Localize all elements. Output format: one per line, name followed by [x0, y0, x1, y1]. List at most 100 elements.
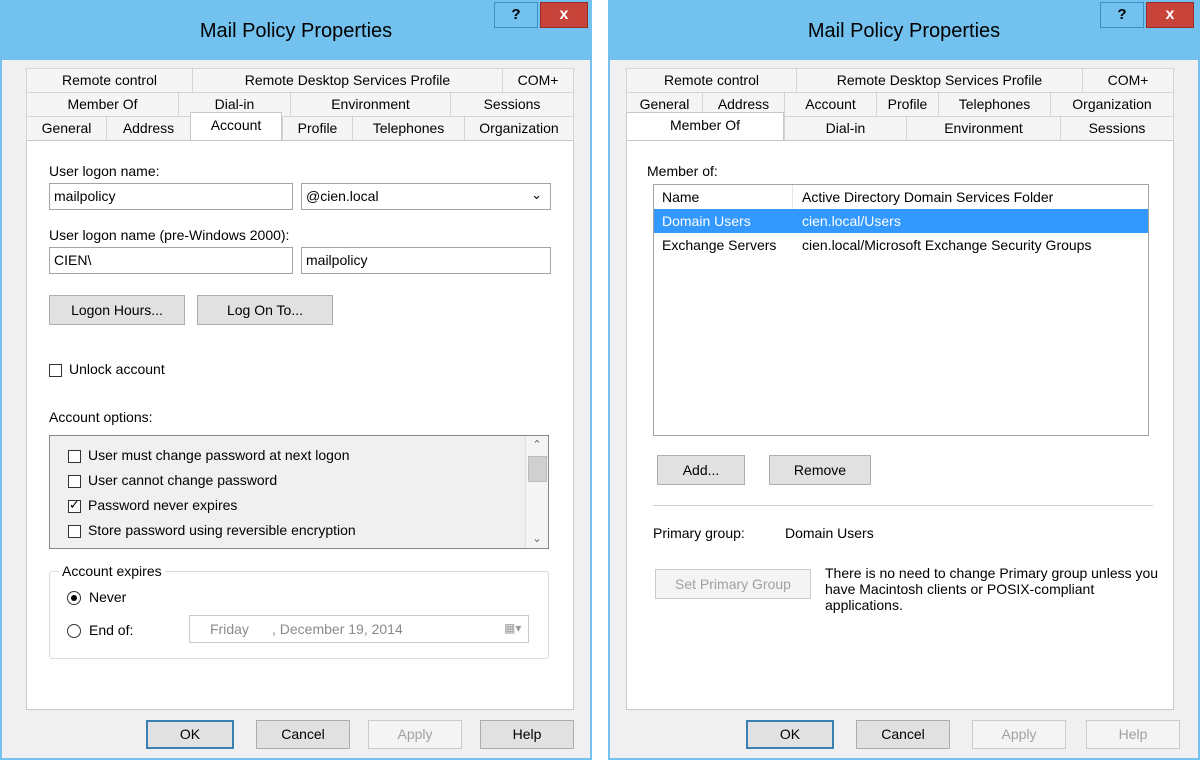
end-of-radio[interactable]: [67, 624, 81, 638]
option-checkbox[interactable]: [68, 475, 81, 488]
pre2000-name-input[interactable]: mailpolicy: [301, 247, 551, 274]
option-checkbox-checked[interactable]: ✓: [68, 497, 81, 513]
date-value: , December 19, 2014: [272, 621, 403, 637]
end-of-date-picker[interactable]: Friday , December 19, 2014 ▦▾: [189, 615, 529, 643]
column-header-name[interactable]: Name: [662, 189, 699, 205]
primary-group-value: Domain Users: [785, 525, 874, 541]
check-mark-icon: ✓: [69, 497, 80, 512]
tab-account[interactable]: Account: [190, 112, 282, 140]
cancel-button[interactable]: Cancel: [856, 720, 950, 749]
row-name: Exchange Servers: [662, 237, 777, 253]
member-of-tab-panel: Member of: Name Active Directory Domain …: [626, 140, 1174, 710]
member-of-label: Member of:: [647, 163, 718, 179]
tab-profile[interactable]: Profile: [282, 116, 352, 140]
primary-group-note: There is no need to change Primary group…: [825, 565, 1159, 613]
properties-dialog-member-of: Mail Policy Properties ? x Remote contro…: [608, 0, 1200, 760]
logon-name-input[interactable]: mailpolicy: [49, 183, 293, 210]
tab-row-3: General Address Account Profile Telephon…: [26, 112, 574, 140]
tab-remote-desktop-services-profile[interactable]: Remote Desktop Services Profile: [796, 68, 1082, 92]
tab-general[interactable]: General: [26, 116, 106, 140]
list-row-selected[interactable]: Domain Users cien.local/Users: [654, 209, 1148, 233]
tab-row-3: Member Of Dial-in Environment Sessions: [626, 112, 1174, 140]
tab-account[interactable]: Account: [784, 92, 876, 116]
close-icon[interactable]: x: [1146, 2, 1194, 28]
separator: [653, 505, 1153, 506]
date-day: Friday: [210, 621, 249, 637]
ok-button[interactable]: OK: [146, 720, 234, 749]
option-label: Password never expires: [88, 497, 238, 513]
tab-organization[interactable]: Organization: [1050, 92, 1174, 116]
option-label: User must change password at next logon: [88, 447, 350, 463]
option-checkbox[interactable]: [68, 525, 81, 538]
list-row[interactable]: Exchange Servers cien.local/Microsoft Ex…: [654, 233, 1148, 257]
row-name: Domain Users: [662, 213, 751, 229]
tab-address[interactable]: Address: [106, 116, 190, 140]
tab-row-1: Remote control Remote Desktop Services P…: [626, 68, 1174, 92]
set-primary-group-button[interactable]: Set Primary Group: [655, 569, 811, 599]
title-bar[interactable]: Mail Policy Properties ? x: [2, 2, 590, 60]
remove-button[interactable]: Remove: [769, 455, 871, 485]
logon-name-label: User logon name:: [49, 163, 160, 179]
account-options-label: Account options:: [49, 409, 153, 425]
domain-suffix-value: @cien.local: [306, 188, 379, 204]
pre2000-label: User logon name (pre-Windows 2000):: [49, 227, 290, 243]
tab-row-2: Member Of Dial-in Environment Sessions: [26, 92, 574, 116]
calendar-icon[interactable]: ▦▾: [504, 621, 522, 635]
unlock-account-label: Unlock account: [69, 361, 165, 377]
tab-dial-in[interactable]: Dial-in: [784, 116, 906, 140]
never-label: Never: [89, 589, 127, 605]
tab-environment[interactable]: Environment: [290, 92, 450, 116]
tab-telephones[interactable]: Telephones: [938, 92, 1050, 116]
end-of-label: End of:: [89, 622, 134, 638]
add-button[interactable]: Add...: [657, 455, 745, 485]
pre2000-domain-input: CIEN\: [49, 247, 293, 274]
scroll-up-icon[interactable]: ⌃: [526, 436, 548, 454]
account-options-list: User must change password at next logon …: [49, 435, 549, 549]
log-on-to-button[interactable]: Log On To...: [197, 295, 333, 325]
options-scrollbar[interactable]: ⌃ ⌄: [525, 436, 548, 548]
column-divider[interactable]: [792, 185, 793, 209]
domain-suffix-select[interactable]: @cien.local ⌄: [301, 183, 551, 210]
tab-remote-control[interactable]: Remote control: [26, 68, 192, 92]
option-label: User cannot change password: [88, 472, 278, 488]
dropdown-chevron-icon: ⌄: [531, 187, 542, 202]
list-header: Name Active Directory Domain Services Fo…: [654, 185, 1148, 210]
tab-member-of[interactable]: Member Of: [626, 112, 784, 140]
tab-telephones[interactable]: Telephones: [352, 116, 464, 140]
help-button[interactable]: Help: [1086, 720, 1180, 749]
row-folder: cien.local/Users: [802, 213, 901, 229]
scroll-thumb[interactable]: [528, 456, 547, 482]
never-radio[interactable]: [67, 591, 81, 605]
radio-selected-dot: [71, 595, 77, 601]
unlock-account-checkbox[interactable]: [49, 364, 62, 377]
properties-dialog-account: Mail Policy Properties ? x Remote contro…: [0, 0, 592, 760]
scroll-down-icon[interactable]: ⌄: [526, 530, 548, 548]
help-icon[interactable]: ?: [1100, 2, 1144, 28]
tab-profile[interactable]: Profile: [876, 92, 938, 116]
account-tab-panel: User logon name: mailpolicy @cien.local …: [26, 140, 574, 710]
tab-organization[interactable]: Organization: [464, 116, 574, 140]
title-bar[interactable]: Mail Policy Properties ? x: [610, 2, 1198, 60]
help-icon[interactable]: ?: [494, 2, 538, 28]
account-expires-label: Account expires: [59, 563, 165, 579]
cancel-button[interactable]: Cancel: [256, 720, 350, 749]
apply-button[interactable]: Apply: [368, 720, 462, 749]
tab-remote-desktop-services-profile[interactable]: Remote Desktop Services Profile: [192, 68, 502, 92]
close-icon[interactable]: x: [540, 2, 588, 28]
tab-remote-control[interactable]: Remote control: [626, 68, 796, 92]
column-header-folder[interactable]: Active Directory Domain Services Folder: [802, 189, 1053, 205]
ok-button[interactable]: OK: [746, 720, 834, 749]
primary-group-label: Primary group:: [653, 525, 745, 541]
tab-sessions[interactable]: Sessions: [1060, 116, 1174, 140]
logon-hours-button[interactable]: Logon Hours...: [49, 295, 185, 325]
tab-com-plus[interactable]: COM+: [1082, 68, 1174, 92]
help-button[interactable]: Help: [480, 720, 574, 749]
tab-row-1: Remote control Remote Desktop Services P…: [26, 68, 574, 92]
tab-environment[interactable]: Environment: [906, 116, 1060, 140]
option-checkbox[interactable]: [68, 450, 81, 463]
tab-member-of[interactable]: Member Of: [26, 92, 178, 116]
tab-sessions[interactable]: Sessions: [450, 92, 574, 116]
tab-com-plus[interactable]: COM+: [502, 68, 574, 92]
apply-button[interactable]: Apply: [972, 720, 1066, 749]
member-of-list: Name Active Directory Domain Services Fo…: [653, 184, 1149, 436]
